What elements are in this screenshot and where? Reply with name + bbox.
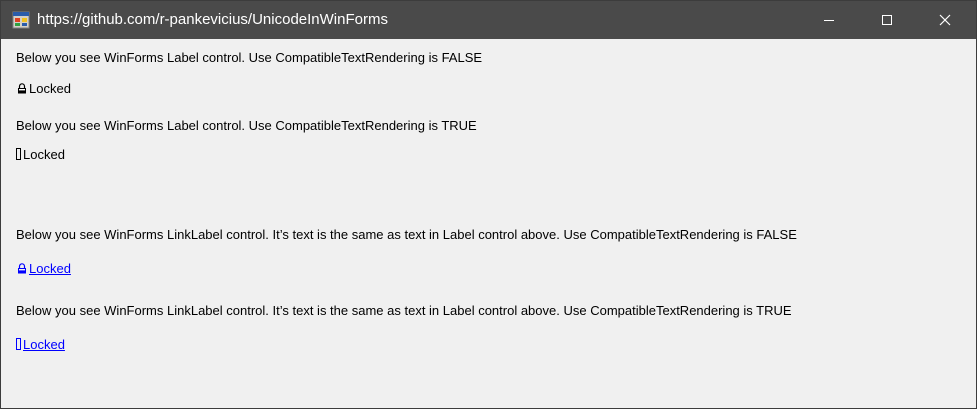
- label-value-text: Locked: [23, 147, 65, 162]
- linklabel-value-text: Locked: [29, 261, 71, 276]
- maximize-button[interactable]: [864, 1, 910, 39]
- app-window: https://github.com/r-pankevicius/Unicode…: [0, 0, 977, 409]
- label-caption-compat-true: Below you see WinForms Label control. Us…: [16, 118, 477, 133]
- minimize-icon: [824, 20, 834, 21]
- title-bar[interactable]: https://github.com/r-pankevicius/Unicode…: [1, 1, 976, 39]
- lock-icon: [17, 262, 27, 278]
- app-icon: [12, 11, 30, 29]
- close-icon: [939, 14, 951, 26]
- linklabel-value-text: Locked: [23, 337, 65, 352]
- missing-glyph-icon: [16, 148, 21, 160]
- linklabel-caption-compat-false: Below you see WinForms LinkLabel control…: [16, 227, 797, 242]
- linklabel-compat-true[interactable]: Locked: [16, 337, 65, 353]
- close-button[interactable]: [922, 1, 968, 39]
- label-value-compat-true: Locked: [16, 147, 65, 163]
- label-caption-compat-false: Below you see WinForms Label control. Us…: [16, 50, 483, 65]
- client-area: Below you see WinForms Label control. Us…: [1, 39, 976, 408]
- window-title: https://github.com/r-pankevicius/Unicode…: [37, 11, 388, 28]
- linklabel-compat-false[interactable]: Locked: [17, 261, 71, 278]
- label-value-compat-false: Locked: [17, 81, 71, 98]
- maximize-icon: [882, 15, 892, 25]
- linklabel-caption-compat-true: Below you see WinForms LinkLabel control…: [16, 303, 792, 318]
- lock-icon: [17, 82, 27, 98]
- minimize-button[interactable]: [806, 1, 852, 39]
- missing-glyph-icon: [16, 338, 21, 350]
- label-value-text: Locked: [29, 81, 71, 96]
